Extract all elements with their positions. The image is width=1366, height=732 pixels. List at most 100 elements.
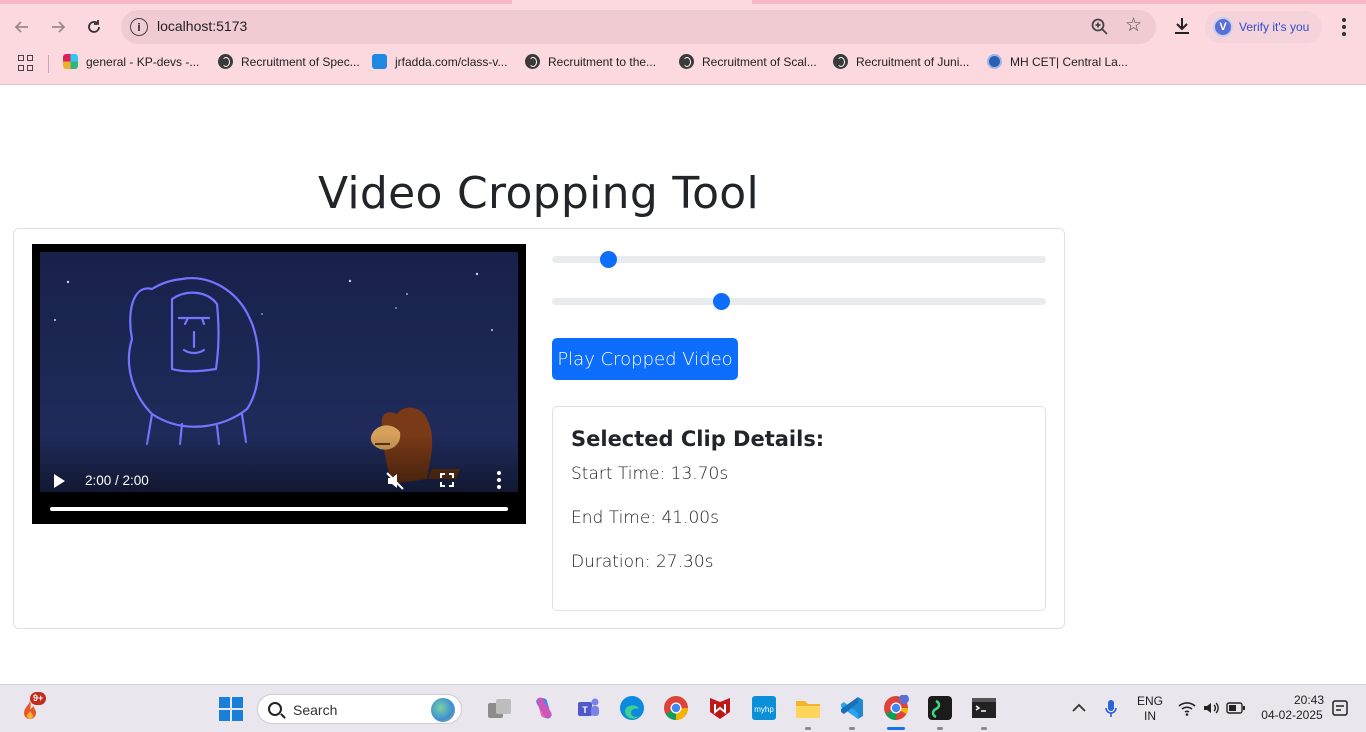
edge-icon[interactable] — [619, 695, 645, 721]
notification-badge: 9+ — [30, 692, 47, 705]
site-info-icon[interactable]: i — [130, 18, 148, 36]
search-highlight-icon — [431, 698, 455, 722]
volume-icon[interactable] — [1202, 700, 1220, 716]
browser-menu-icon[interactable] — [1336, 14, 1352, 40]
region-code: IN — [1144, 709, 1156, 723]
jrfadda-icon — [372, 54, 387, 69]
battery-icon[interactable] — [1226, 702, 1246, 714]
play-cropped-video-button[interactable]: Play Cropped Video — [552, 338, 738, 380]
end-time-text: End Time: 41.00s — [571, 508, 719, 528]
teams-icon[interactable]: T — [575, 695, 601, 721]
tab-strip — [0, 0, 1366, 4]
chrome-active-icon[interactable] — [883, 695, 909, 721]
bookmark-label: Recruitment of Juni... — [856, 54, 970, 69]
slider-track[interactable] — [552, 256, 1046, 263]
video-time: 2:00 / 2:00 — [85, 473, 149, 488]
microphone-icon[interactable] — [1104, 699, 1118, 719]
arrow-left-icon — [14, 21, 28, 33]
page-title: Video Cropping Tool — [317, 168, 760, 219]
start-time-slider[interactable] — [552, 249, 1046, 269]
bookmark-label: Recruitment to the... — [548, 54, 657, 69]
slack-icon — [63, 54, 78, 69]
globe-icon — [218, 54, 233, 69]
bookmark-label: general - KP-devs -... — [86, 54, 200, 69]
apps-grid-icon[interactable] — [18, 55, 34, 71]
zoom-icon[interactable] — [1090, 17, 1110, 37]
globe-icon — [679, 54, 694, 69]
chrome-icon[interactable] — [663, 695, 689, 721]
back-button[interactable] — [9, 14, 35, 40]
running-indicator — [805, 727, 811, 730]
search-placeholder: Search — [293, 702, 338, 718]
bookmark-item[interactable]: MH CET| Central La... — [987, 54, 1128, 69]
clock[interactable]: 20:43 04-02-2025 — [1254, 693, 1330, 723]
clip-details-heading: Selected Clip Details: — [571, 427, 825, 451]
video-player[interactable]: 2:00 / 2:00 — [32, 244, 526, 524]
bookmark-label: Recruitment of Scal... — [702, 54, 817, 69]
clock-date: 04-02-2025 — [1261, 708, 1323, 722]
bookmarks-bar: general - KP-devs -... Recruitment of Sp… — [0, 52, 1366, 76]
address-bar[interactable]: i localhost:5173 ☆ — [121, 10, 1156, 44]
bookmark-star-icon[interactable]: ☆ — [1125, 14, 1142, 37]
slider-track[interactable] — [552, 298, 1046, 305]
file-explorer-icon[interactable] — [795, 695, 821, 721]
arrow-right-icon — [52, 21, 66, 33]
task-view-icon[interactable] — [487, 697, 513, 721]
terminal-app-icon[interactable] — [927, 695, 953, 721]
browser-toolbar: i localhost:5173 ☆ V Verify it's you gen… — [0, 0, 1366, 85]
reload-icon — [88, 20, 100, 33]
svg-text:myhp: myhp — [754, 705, 774, 714]
running-indicator — [981, 727, 987, 730]
download-icon[interactable] — [1170, 14, 1194, 38]
avatar: V — [1213, 17, 1233, 37]
windows-start-icon[interactable] — [219, 697, 243, 721]
taskbar: 9+ Search T myhp ENG IN 20:43 04-02-2025 — [0, 684, 1366, 732]
command-prompt-icon[interactable] — [971, 695, 997, 721]
active-tab[interactable] — [512, 0, 752, 4]
bookmark-item[interactable]: Recruitment of Spec... — [218, 54, 360, 69]
more-options-icon[interactable] — [496, 471, 502, 489]
search-icon — [268, 702, 282, 716]
bookmark-item[interactable]: Recruitment of Scal... — [679, 54, 817, 69]
slider-thumb[interactable] — [600, 251, 618, 268]
active-indicator — [887, 727, 905, 730]
video-controls: 2:00 / 2:00 — [32, 454, 526, 524]
globe-icon — [525, 54, 540, 69]
bookmark-item[interactable]: Recruitment to the... — [525, 54, 656, 69]
bookmark-item[interactable]: jrfadda.com/class-v... — [372, 54, 507, 69]
taskbar-search[interactable]: Search — [257, 694, 462, 724]
bookmark-label: Recruitment of Spec... — [241, 54, 360, 69]
bookmark-item[interactable]: Recruitment of Juni... — [833, 54, 969, 69]
running-indicator — [937, 727, 943, 730]
clock-time: 20:43 — [1293, 693, 1324, 707]
bookmark-item[interactable]: general - KP-devs -... — [63, 54, 199, 69]
wifi-icon[interactable] — [1178, 700, 1196, 716]
profile-label: Verify it's you — [1239, 20, 1310, 34]
video-progress-bar[interactable] — [50, 507, 508, 511]
mcafee-icon[interactable] — [707, 695, 733, 721]
forward-button[interactable] — [45, 14, 71, 40]
vscode-icon[interactable] — [839, 695, 865, 721]
fullscreen-icon[interactable] — [440, 473, 454, 487]
end-time-slider[interactable] — [552, 291, 1046, 311]
play-icon[interactable] — [54, 474, 65, 488]
muted-icon[interactable] — [385, 471, 405, 491]
bookmark-label: jrfadda.com/class-v... — [395, 54, 508, 69]
mhcet-icon — [987, 54, 1002, 69]
profile-button[interactable]: V Verify it's you — [1205, 11, 1322, 43]
copilot-icon[interactable] — [531, 695, 557, 721]
language-code: ENG — [1136, 694, 1163, 708]
notifications-icon[interactable] — [1332, 700, 1348, 718]
language-indicator[interactable]: ENG IN — [1134, 694, 1166, 724]
slider-thumb[interactable] — [712, 293, 730, 310]
globe-icon — [833, 54, 848, 69]
duration-text: Duration: 27.30s — [571, 552, 714, 572]
bookmarks-divider — [48, 55, 49, 73]
myhp-icon[interactable]: myhp — [751, 695, 777, 721]
start-time-text: Start Time: 13.70s — [571, 464, 729, 484]
chevron-up-icon[interactable] — [1071, 702, 1087, 714]
running-indicator — [849, 727, 855, 730]
reload-button[interactable] — [81, 14, 107, 40]
url-text[interactable]: localhost:5173 — [157, 18, 247, 34]
clip-details-panel: Selected Clip Details: Start Time: 13.70… — [552, 406, 1046, 611]
